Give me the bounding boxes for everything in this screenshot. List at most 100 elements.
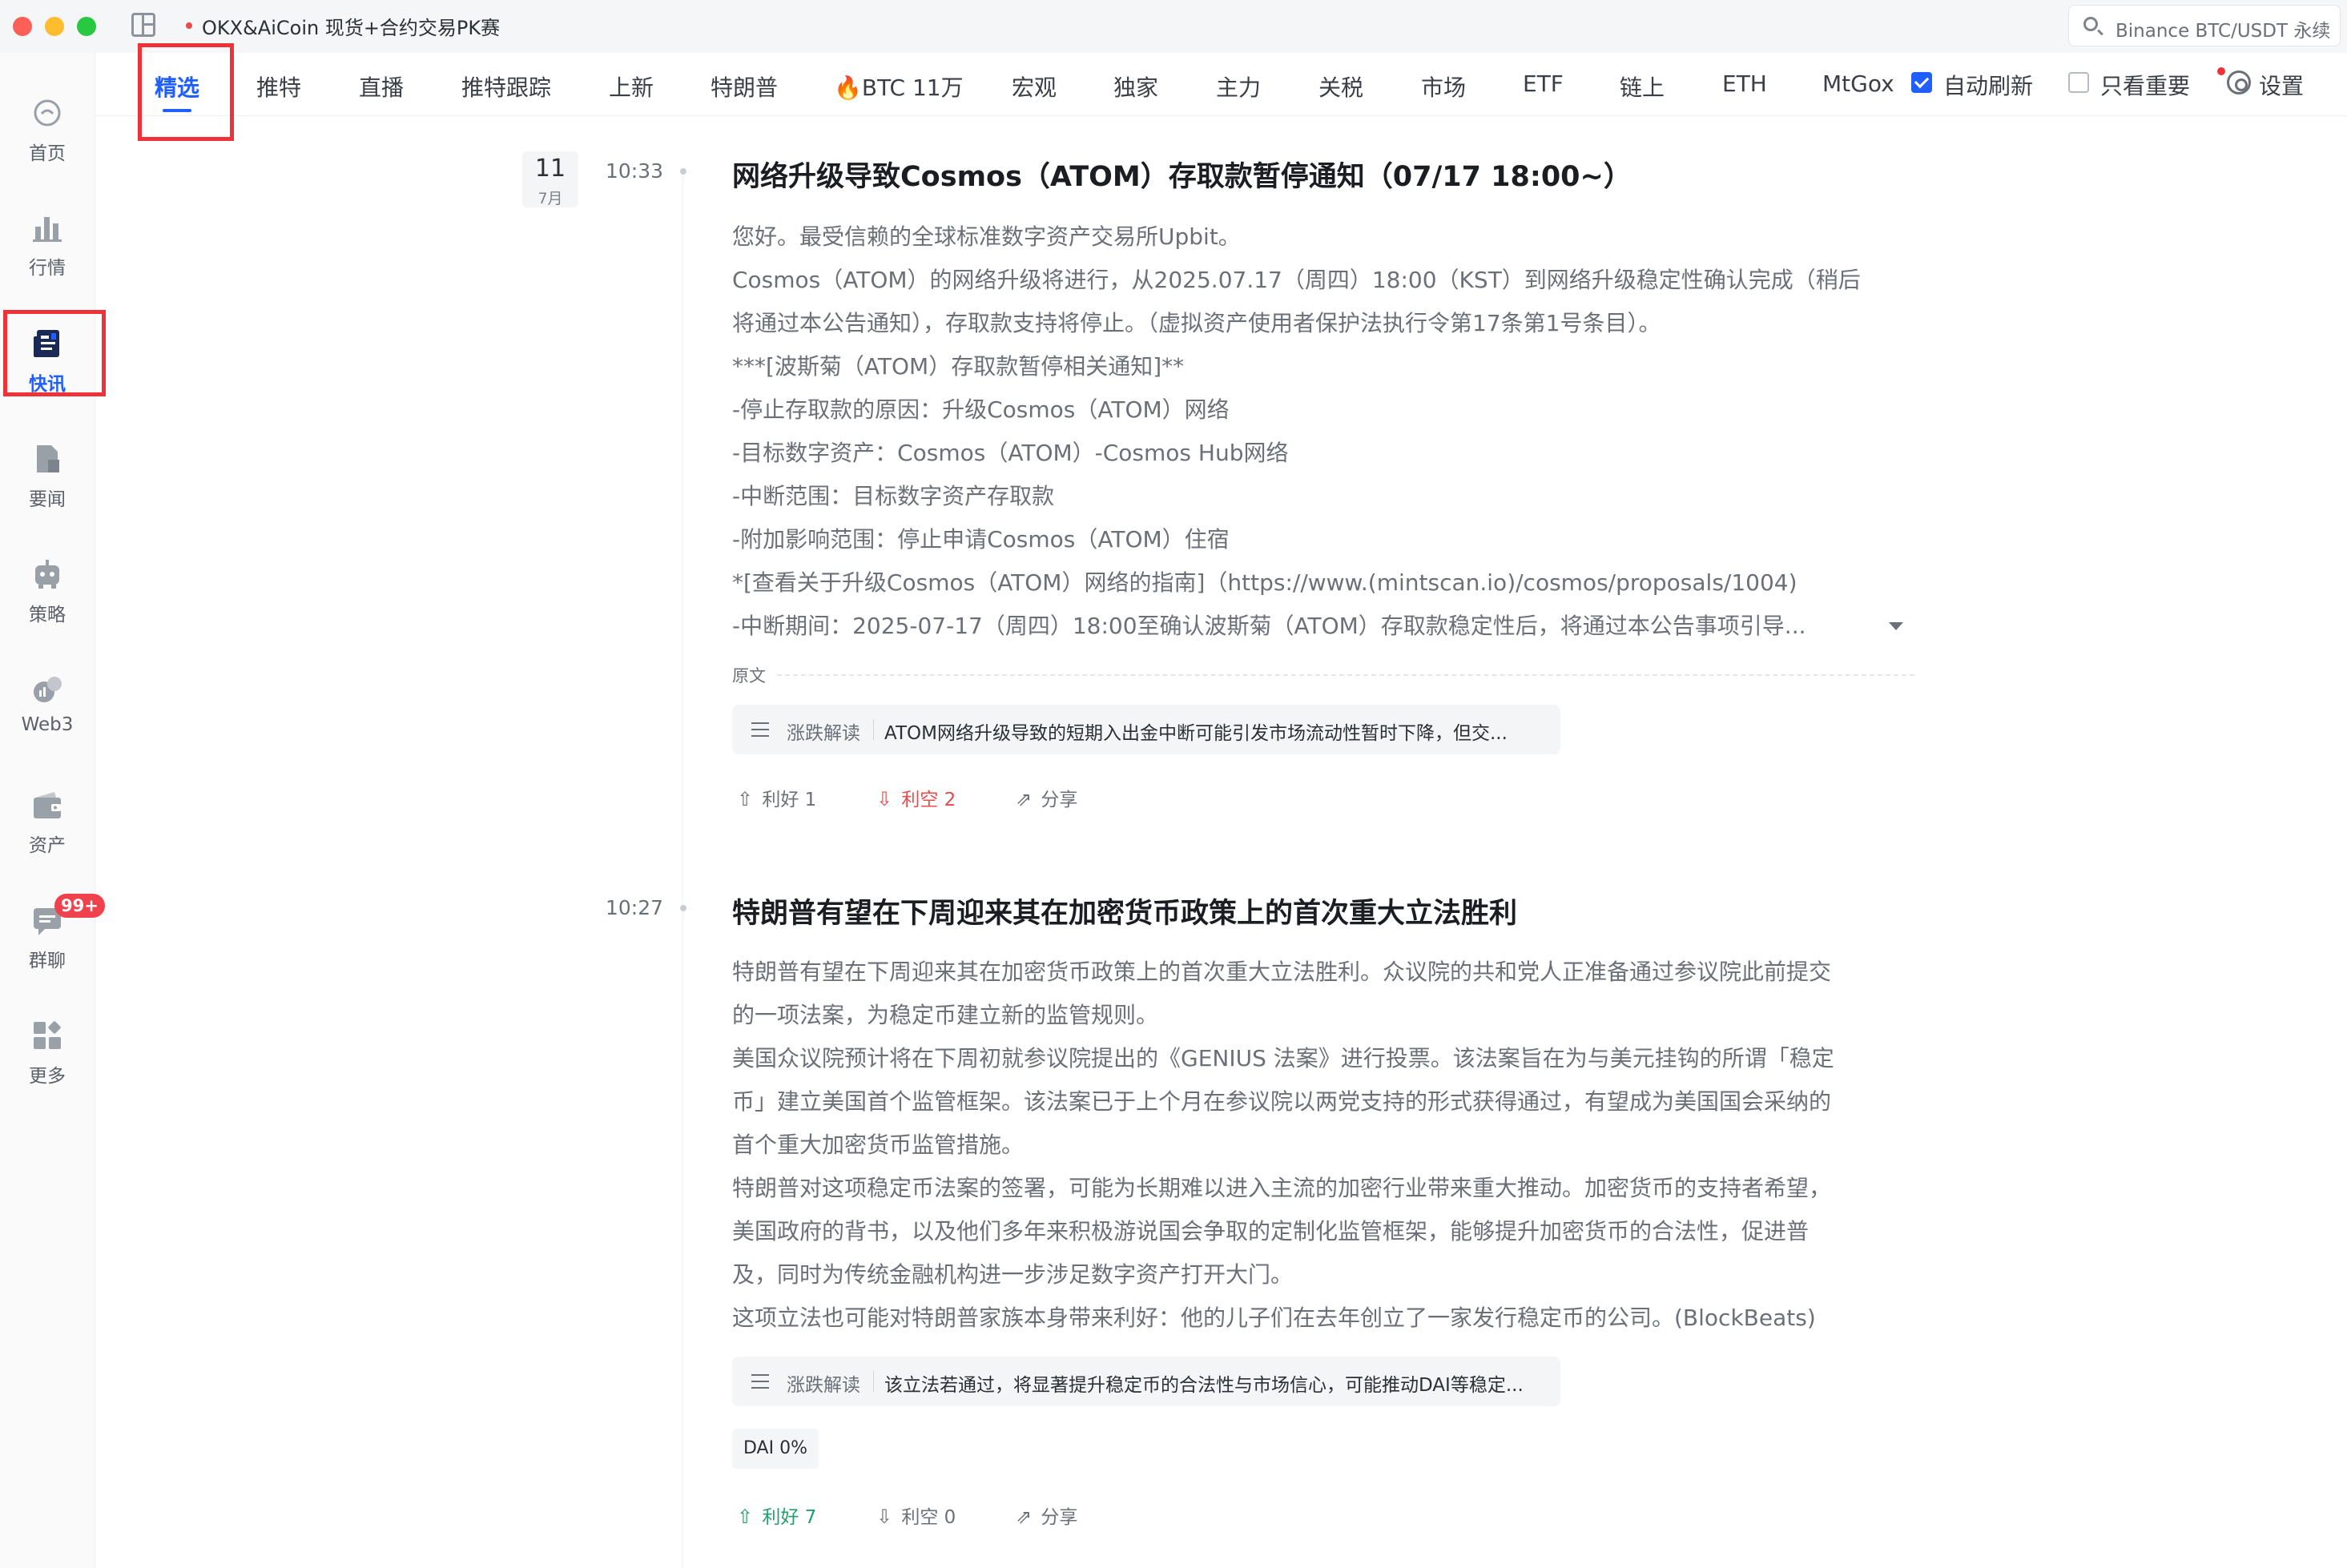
bearish-button[interactable]: ⇩ 利空 2 — [876, 784, 956, 811]
arrow-down-icon: ⇩ — [876, 1506, 893, 1528]
news-body-line: 及，同时为传统金融机构进一步涉足数字资产打开大门。 — [732, 1261, 1294, 1288]
news-title[interactable]: 网络升级导致Cosmos（ATOM）存取款暂停通知（07/17 18:00~） — [732, 154, 1632, 195]
date-marker: 11 7月 — [522, 151, 578, 207]
sidebar-item-headlines[interactable]: 要闻 — [0, 442, 95, 538]
tab-market[interactable]: 市场 — [1421, 70, 1466, 103]
settings-gear-icon[interactable] — [2227, 70, 2251, 94]
date-day: 11 — [534, 155, 566, 183]
tab-tariffs[interactable]: 关税 — [1318, 70, 1363, 103]
bullish-count: 利好 7 — [762, 1507, 817, 1528]
news-title[interactable]: 特朗普有望在下周迎来其在加密货币政策上的首次重大立法胜利 — [732, 891, 1517, 931]
sidebar-item-market[interactable]: 行情 — [0, 211, 95, 307]
news-body-line: -目标数字资产：Cosmos（ATOM）-Cosmos Hub网络 — [732, 440, 1289, 466]
news-body-line: 特朗普有望在下周迎来其在加密货币政策上的首次重大立法胜利。众议院的共和党人正准备… — [732, 959, 1832, 985]
chart-bars-icon — [33, 217, 62, 242]
wallet-icon — [34, 792, 61, 818]
tab-on-chain[interactable]: 链上 — [1620, 70, 1665, 103]
search-icon — [2083, 17, 2098, 31]
tab-twitter[interactable]: 推特 — [256, 70, 301, 103]
bullish-button[interactable]: ⇧ 利好 7 — [737, 1502, 816, 1529]
date-month: 7月 — [537, 190, 563, 207]
ai-separator — [873, 719, 874, 740]
window-title[interactable]: OKX&AiCoin 现货+合约交易PK赛 — [202, 12, 500, 40]
timeline-line — [682, 168, 683, 1568]
coin-tag[interactable]: DAI 0% — [732, 1429, 819, 1469]
tab-mtgox[interactable]: MtGox — [1822, 70, 1894, 97]
ai-interpretation-box[interactable]: 涨跌解读 该立法若通过，将显著提升稳定币的合法性与市场信心，可能推动DAI等稳定… — [732, 1357, 1560, 1406]
news-body-line: 您好。最受信赖的全球标准数字资产交易所Upbit。 — [732, 223, 1241, 250]
tab-macro[interactable]: 宏观 — [1012, 70, 1057, 103]
live-indicator-dot — [186, 22, 192, 29]
tab-exclusive[interactable]: 独家 — [1113, 70, 1158, 103]
sidebar-label-web3: Web3 — [21, 714, 74, 735]
share-icon: ⇗ — [1016, 788, 1033, 810]
news-body-line: 将通过本公告通知），存取款支持将停止。（虚拟资产使用者保护法执行令第17条第1号… — [732, 310, 1661, 336]
tab-eth[interactable]: ETH — [1722, 70, 1767, 97]
sidebar-item-chat[interactable]: 群聊 — [0, 903, 95, 999]
tab-main-force[interactable]: 主力 — [1216, 70, 1261, 103]
ai-interpretation-box[interactable]: 涨跌解读 ATOM网络升级导致的短期入出金中断可能引发市场流动性暂时下降，但交.… — [732, 705, 1560, 754]
layout-toggle-icon[interactable] — [131, 13, 155, 37]
grid-more-icon — [34, 1021, 61, 1049]
bullish-button[interactable]: ⇧ 利好 1 — [737, 784, 816, 811]
ai-interpretation-text: 该立法若通过，将显著提升稳定币的合法性与市场信心，可能推动DAI等稳定... — [884, 1375, 1524, 1396]
news-body-line: 的一项法案，为稳定币建立新的监管规则。 — [732, 1002, 1159, 1028]
settings-notification-dot — [2217, 67, 2225, 75]
sidebar-item-more[interactable]: 更多 — [0, 1019, 95, 1115]
news-body-line: 特朗普对这项稳定币法案的签署，可能为长期难以进入主流的加密行业带来重大推动。加密… — [732, 1175, 1832, 1201]
chat-unread-badge: 99+ — [54, 894, 105, 918]
tab-btc-110k[interactable]: 🔥BTC 11万 — [834, 70, 964, 103]
sidebar-highlight-box — [3, 310, 106, 396]
minimize-window-button[interactable] — [45, 17, 64, 36]
sidebar-label-strategy: 策略 — [29, 605, 66, 625]
home-icon — [34, 99, 61, 127]
sidebar-item-home[interactable]: 首页 — [0, 96, 95, 192]
tab-etf[interactable]: ETF — [1523, 70, 1564, 97]
close-window-button[interactable] — [13, 17, 32, 36]
share-button[interactable]: ⇗ 分享 — [1016, 784, 1077, 811]
sidebar-label-home: 首页 — [29, 143, 66, 164]
important-only-label[interactable]: 只看重要 — [2100, 69, 2190, 101]
auto-refresh-label[interactable]: 自动刷新 — [1943, 69, 2033, 101]
web3-icon — [34, 677, 62, 702]
ai-separator — [873, 1371, 874, 1392]
maximize-window-button[interactable] — [77, 17, 96, 36]
share-button[interactable]: ⇗ 分享 — [1016, 1502, 1077, 1529]
share-icon: ⇗ — [1016, 1506, 1033, 1528]
sidebar-label-market: 行情 — [29, 258, 66, 279]
robot-icon — [35, 560, 59, 589]
news-body-line: *[查看关于升级Cosmos（ATOM）网络的指南]（https://www.(… — [732, 569, 1797, 596]
menu-lines-icon — [751, 722, 769, 737]
timeline-dot — [680, 905, 686, 911]
tab-new-listings[interactable]: 上新 — [609, 70, 654, 103]
news-body-line: 币」建立美国首个监管框架。该法案已于上个月在参议院以两党支持的形式获得通过，有望… — [732, 1088, 1832, 1115]
tab-trump[interactable]: 特朗普 — [711, 70, 778, 103]
news-body-line: 这项立法也可能对特朗普家族本身带来利好：他的儿子们在去年创立了一家发行稳定币的公… — [732, 1305, 1816, 1331]
expand-chevron-down-icon[interactable] — [1889, 622, 1903, 630]
sidebar-label-headlines: 要闻 — [29, 489, 66, 510]
news-body-line: -中断范围：目标数字资产存取款 — [732, 483, 1055, 509]
sidebar-label-assets: 资产 — [29, 835, 66, 856]
search-box[interactable]: Binance BTC/USDT 永续 — [2068, 5, 2341, 46]
sidebar-label-more: 更多 — [29, 1066, 66, 1087]
bullish-count: 利好 1 — [762, 790, 817, 810]
settings-label[interactable]: 设置 — [2259, 69, 2304, 101]
arrow-down-icon: ⇩ — [876, 788, 893, 810]
dashed-divider — [777, 674, 1914, 676]
arrow-up-icon: ⇧ — [737, 1506, 754, 1528]
news-time: 10:27 — [606, 896, 664, 919]
tab-twitter-tracking[interactable]: 推特跟踪 — [461, 70, 551, 103]
sidebar-item-assets[interactable]: 资产 — [0, 788, 95, 884]
tab-live[interactable]: 直播 — [359, 70, 404, 103]
timeline-dot — [680, 168, 686, 175]
auto-refresh-checkbox[interactable] — [1911, 72, 1932, 93]
bearish-button[interactable]: ⇩ 利空 0 — [876, 1502, 956, 1529]
sidebar-item-web3[interactable]: Web3 — [0, 673, 95, 769]
sidebar-label-chat: 群聊 — [29, 951, 66, 971]
original-text-link[interactable]: 原文 — [732, 663, 766, 687]
menu-lines-icon — [751, 1374, 769, 1389]
sidebar-item-strategy[interactable]: 策略 — [0, 557, 95, 653]
news-doc-icon — [37, 445, 59, 472]
news-body-line: -中断期间：2025-07-17（周四）18:00至确认波斯菊（ATOM）存取款… — [732, 613, 1806, 639]
important-only-checkbox[interactable] — [2068, 72, 2089, 93]
